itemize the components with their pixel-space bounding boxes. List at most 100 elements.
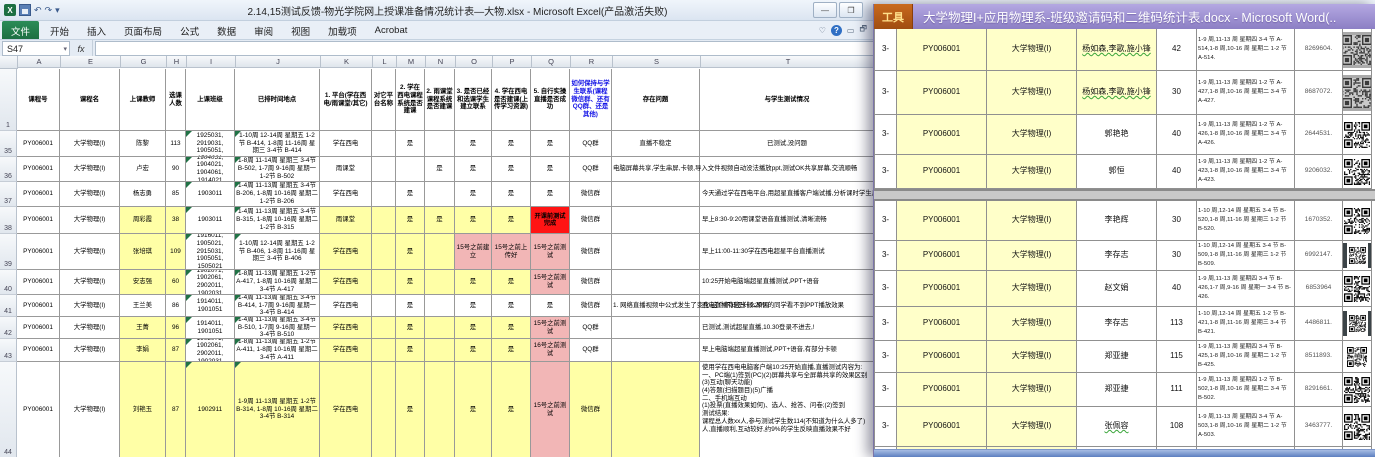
ribbon-tab-5[interactable]: 数据 xyxy=(208,21,245,39)
cell-R39[interactable]: 微信群 xyxy=(570,234,612,270)
cell-S40[interactable] xyxy=(612,270,700,295)
cell-M43[interactable]: 是 xyxy=(396,339,425,362)
cell-S38[interactable] xyxy=(612,207,700,234)
cell-K44[interactable]: 学在西电 xyxy=(320,362,372,457)
word-cell-course-name[interactable]: 大学物理(I) xyxy=(987,373,1077,407)
word-cell-seq[interactable]: 3- xyxy=(874,407,897,447)
word-cell-course-id[interactable]: PY006001 xyxy=(897,373,987,407)
cell-R38[interactable]: 微信群 xyxy=(570,207,612,234)
cell-P39[interactable]: 15号之前上传好 xyxy=(492,234,531,270)
header-cell-N[interactable]: 2. 雨课堂 课程系统是否建课 xyxy=(425,69,455,131)
cell-E41[interactable]: 大学物理(I) xyxy=(60,295,120,317)
word-cell-teacher[interactable]: 李存志 xyxy=(1077,241,1157,271)
cell-J37[interactable]: 1-4周 11-13周 星期五 3-4节 B-206, 1-8周 10-16周 … xyxy=(235,182,320,207)
cell-T43[interactable]: 早上电脑端超星直播测试,PPT+语音,有部分卡顿 xyxy=(700,339,875,362)
cell-E37[interactable]: 大学物理(I) xyxy=(60,182,120,207)
cell-P40[interactable]: 是 xyxy=(492,270,531,295)
row-header-35[interactable]: 35 xyxy=(0,131,17,157)
word-cell-course-id[interactable]: PY006001 xyxy=(897,271,987,307)
word-cell-teacher[interactable]: 杨如森,李歌,施小锋 xyxy=(1077,71,1157,115)
word-cell-seq[interactable]: 3- xyxy=(874,201,897,241)
cell-E38[interactable]: 大学物理(I) xyxy=(60,207,120,234)
row-header-1[interactable]: 1 xyxy=(0,69,17,131)
row-header-41[interactable]: 41 xyxy=(0,295,17,317)
cell-P35[interactable]: 是 xyxy=(492,131,531,157)
cell-Q41[interactable]: 是 xyxy=(531,295,570,317)
ribbon-tab-2[interactable]: 插入 xyxy=(78,21,115,39)
word-cell-seq[interactable]: 3- xyxy=(874,373,897,407)
cell-Q38[interactable]: 开课前测试完成 xyxy=(531,207,570,234)
cell-N44[interactable] xyxy=(425,362,455,457)
cell-L43[interactable] xyxy=(372,339,396,362)
word-cell-seq[interactable]: 3- xyxy=(874,115,897,155)
word-cell-course-id[interactable]: PY006001 xyxy=(897,407,987,447)
word-cell-student-count[interactable]: 111 xyxy=(1157,373,1197,407)
ribbon-pin-icon[interactable]: 🗗 xyxy=(859,23,867,37)
cell-I38[interactable]: 1903011 xyxy=(186,207,235,234)
word-cell-schedule[interactable]: 1-9 周,11-13 周 星期四 3-4 节 B-426,1-7 周,9-16… xyxy=(1197,271,1295,307)
word-cell-course-name[interactable]: 大学物理(I) xyxy=(987,307,1077,341)
word-cell-student-count[interactable]: 40 xyxy=(1157,271,1197,307)
header-cell-R[interactable]: 如何保持与学生联系(课程微信群、还有QQ群、还是其他) xyxy=(570,69,612,131)
tools-tab[interactable]: 工具 xyxy=(874,4,913,29)
cell-J35[interactable]: 1-10周 12-14周 星期五 1-2节 B-414, 1-8周 11-16周… xyxy=(235,131,320,157)
cell-R44[interactable]: 微信群 xyxy=(570,362,612,457)
cell-S43[interactable] xyxy=(612,339,700,362)
restore-button[interactable]: ❐ xyxy=(839,2,863,18)
cell-T38[interactable]: 早上8:30-9:20用课堂语音直播测试,清晰流畅 xyxy=(700,207,875,234)
cell-G44[interactable]: 刘艳玉 xyxy=(120,362,166,457)
cell-N40[interactable] xyxy=(425,270,455,295)
word-cell-schedule[interactable]: 1-10 周,12-14 周 星期五 3-4 节 B-509,1-8 周,11-… xyxy=(1197,241,1295,271)
word-cell-course-name[interactable]: 大学物理(I) xyxy=(987,407,1077,447)
cell-Q39[interactable]: 15号之前测试 xyxy=(531,234,570,270)
word-cell-student-count[interactable]: 113 xyxy=(1157,307,1197,341)
ribbon-tab-7[interactable]: 视图 xyxy=(282,21,319,39)
cell-E36[interactable]: 大学物理(I) xyxy=(60,157,120,182)
cell-N36[interactable]: 是 xyxy=(425,157,455,182)
cell-G38[interactable]: 周彩霞 xyxy=(120,207,166,234)
column-header-S[interactable]: S xyxy=(613,56,701,68)
cell-N41[interactable] xyxy=(425,295,455,317)
header-cell-H[interactable]: 选课人数 xyxy=(166,69,186,131)
cell-M42[interactable]: 是 xyxy=(396,317,425,339)
cell-Q37[interactable]: 是 xyxy=(531,182,570,207)
word-cell-course-id[interactable]: PY006001 xyxy=(897,201,987,241)
cell-K43[interactable]: 学在西电 xyxy=(320,339,372,362)
cell-A42[interactable]: PY006001 xyxy=(17,317,60,339)
word-cell-course-id[interactable]: PY006001 xyxy=(897,115,987,155)
cell-I37[interactable]: 1903011 xyxy=(186,182,235,207)
cell-L44[interactable] xyxy=(372,362,396,457)
word-cell-course-name[interactable]: 大学物理(I) xyxy=(987,201,1077,241)
cell-A44[interactable]: PY006001 xyxy=(17,362,60,457)
header-cell-A[interactable]: 课程号 xyxy=(17,69,60,131)
column-header-T[interactable]: T xyxy=(701,56,876,68)
cell-O40[interactable]: 是 xyxy=(455,270,492,295)
word-cell-schedule[interactable]: 1-9 周,11-13 周 星期四 3-4 节 A-503,1-8 周,10-1… xyxy=(1197,407,1295,447)
word-cell-invite-code[interactable]: 8687072. xyxy=(1295,71,1343,115)
cell-M39[interactable]: 是 xyxy=(396,234,425,270)
cell-K40[interactable]: 学在西电 xyxy=(320,270,372,295)
cell-N35[interactable] xyxy=(425,131,455,157)
word-cell-seq[interactable]: 3- xyxy=(874,341,897,373)
word-cell-schedule[interactable]: 1-9 周,11-13 周 星期四 3-4 节 A-514,1-8 周,10-1… xyxy=(1197,29,1295,71)
word-cell-student-count[interactable]: 30 xyxy=(1157,241,1197,271)
cell-G35[interactable]: 陈黎 xyxy=(120,131,166,157)
word-cell-qr[interactable] xyxy=(1343,241,1372,271)
cell-T42[interactable]: 已测试,测试超星直播,10.30登录不进去,! xyxy=(700,317,875,339)
cell-J42[interactable]: 1-4周 11-13周 星期五 3-4节 B-510, 1-7周 9-16周 星… xyxy=(235,317,320,339)
cell-G41[interactable]: 王兰美 xyxy=(120,295,166,317)
cell-E42[interactable]: 大学物理(I) xyxy=(60,317,120,339)
word-cell-schedule[interactable]: 1-10 周,12-14 周 星期五 1-2 节 B-421,1-8 周,11-… xyxy=(1197,307,1295,341)
cell-M36[interactable] xyxy=(396,157,425,182)
cell-L39[interactable] xyxy=(372,234,396,270)
word-cell-schedule[interactable]: 1-9 周,11-13 周 星期四 1-2 节 A-423,1-8 周,10-1… xyxy=(1197,155,1295,189)
word-cell-teacher[interactable]: 赵文娟 xyxy=(1077,271,1157,307)
cell-L35[interactable] xyxy=(372,131,396,157)
cell-M41[interactable]: 是 xyxy=(396,295,425,317)
row-header-42[interactable]: 42 xyxy=(0,317,17,339)
word-cell-schedule[interactable]: 1-9 周,11-13 周 星期四 3-4 节 B-425,1-8 周,10-1… xyxy=(1197,341,1295,373)
word-cell-schedule[interactable]: 1-9 周,11-13 周 星期四 1-2 节 A-427,1-8 周,10-1… xyxy=(1197,71,1295,115)
cell-J44[interactable]: 1-9周 11-13周 星期五 1-2节 B-314, 1-8周 10-16周 … xyxy=(235,362,320,457)
word-cell-student-count[interactable]: 30 xyxy=(1157,201,1197,241)
column-header-I[interactable]: I xyxy=(187,56,236,68)
